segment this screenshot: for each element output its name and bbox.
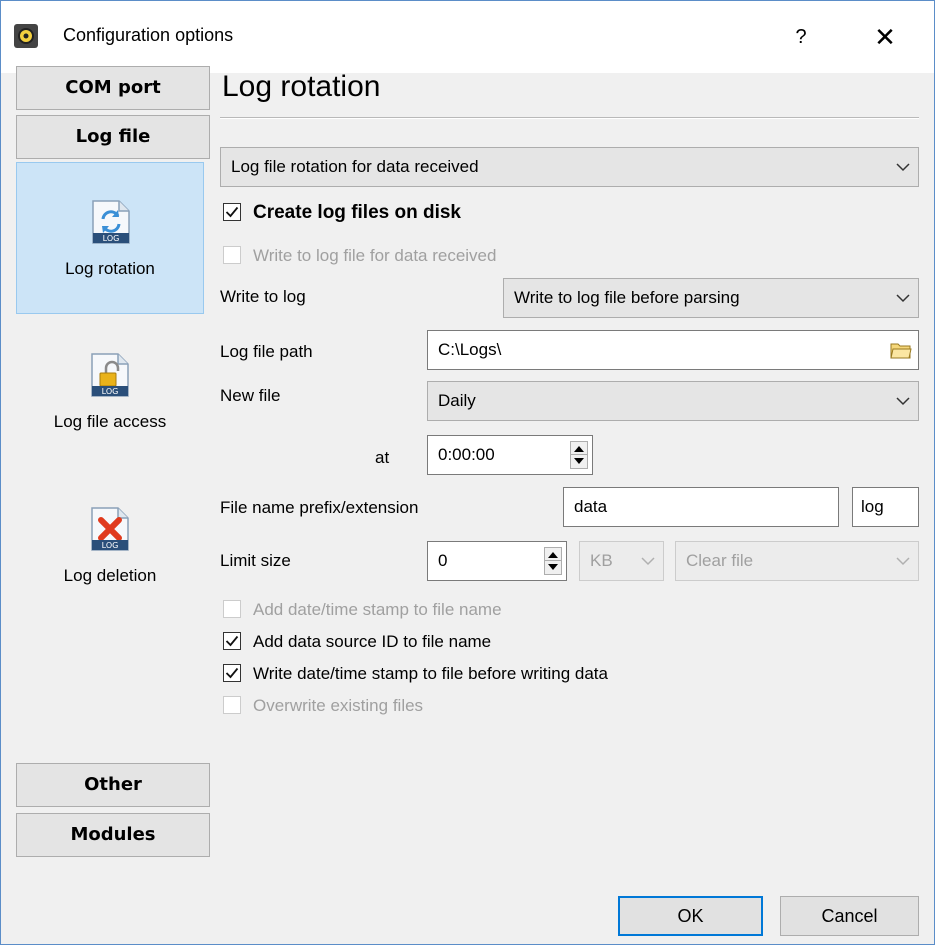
- sidebar-item-log-deletion[interactable]: LOG Log deletion: [16, 470, 204, 622]
- category-com-port[interactable]: COM port: [16, 66, 210, 110]
- checkmark-icon: [225, 206, 239, 218]
- sidebar-item-log-file-access[interactable]: LOG Log file access: [16, 316, 204, 468]
- sidebar-item-label: Log rotation: [65, 259, 155, 278]
- heading-divider: [220, 117, 919, 119]
- ok-button[interactable]: OK: [618, 896, 763, 936]
- close-button[interactable]: ✕: [857, 15, 913, 59]
- file-prefix-input[interactable]: data: [563, 487, 839, 527]
- file-extension-input[interactable]: log: [852, 487, 919, 527]
- sidebar-item-label: Log deletion: [63, 566, 157, 585]
- log-deletion-icon: LOG: [91, 507, 129, 551]
- limit-action-select[interactable]: Clear file: [675, 541, 919, 581]
- write-to-log-label: Write to log: [220, 287, 306, 306]
- svg-text:LOG: LOG: [103, 234, 120, 243]
- new-file-select[interactable]: Daily: [427, 381, 919, 421]
- settings-app-icon: [14, 24, 38, 48]
- chevron-down-icon: [896, 294, 910, 303]
- file-name-label: File name prefix/extension: [220, 498, 419, 517]
- chevron-down-icon: [896, 397, 910, 406]
- at-label: at: [375, 448, 390, 467]
- time-input[interactable]: 0:00:00: [427, 435, 593, 475]
- new-file-label: New file: [220, 386, 281, 405]
- limit-size-input[interactable]: 0: [427, 541, 567, 581]
- size-unit-select[interactable]: KB: [579, 541, 664, 581]
- log-file-path-input[interactable]: C:\Logs\: [427, 330, 919, 370]
- log-file-path-label: Log file path: [220, 342, 313, 361]
- rotation-mode-select[interactable]: Log file rotation for data received: [220, 147, 919, 187]
- cancel-button[interactable]: Cancel: [780, 896, 919, 936]
- limit-size-label: Limit size: [220, 551, 291, 570]
- chevron-down-icon: [896, 557, 910, 566]
- sidebar-item-label: Log file access: [53, 412, 167, 431]
- svg-text:LOG: LOG: [102, 541, 119, 550]
- chevron-down-icon: [641, 557, 655, 566]
- sidebar-item-log-rotation[interactable]: LOG Log rotation: [16, 162, 204, 314]
- page-title: Log rotation: [222, 70, 381, 103]
- write-to-log-select[interactable]: Write to log file before parsing: [503, 278, 919, 318]
- chevron-down-icon: [896, 163, 910, 172]
- checkmark-icon: [225, 635, 239, 647]
- category-other[interactable]: Other: [16, 763, 210, 807]
- help-button[interactable]: ?: [777, 15, 825, 59]
- category-log-file[interactable]: Log file: [16, 115, 210, 159]
- category-modules[interactable]: Modules: [16, 813, 210, 857]
- log-file-access-icon: LOG: [91, 353, 129, 397]
- window-title: Configuration options: [63, 25, 234, 45]
- limit-size-spinner[interactable]: [544, 547, 562, 575]
- folder-icon[interactable]: [890, 340, 912, 360]
- checkmark-icon: [225, 667, 239, 679]
- svg-text:LOG: LOG: [102, 387, 119, 396]
- log-rotation-icon: LOG: [92, 200, 130, 244]
- title-bar[interactable]: Configuration options ? ✕: [1, 1, 934, 73]
- time-spinner[interactable]: [570, 441, 588, 469]
